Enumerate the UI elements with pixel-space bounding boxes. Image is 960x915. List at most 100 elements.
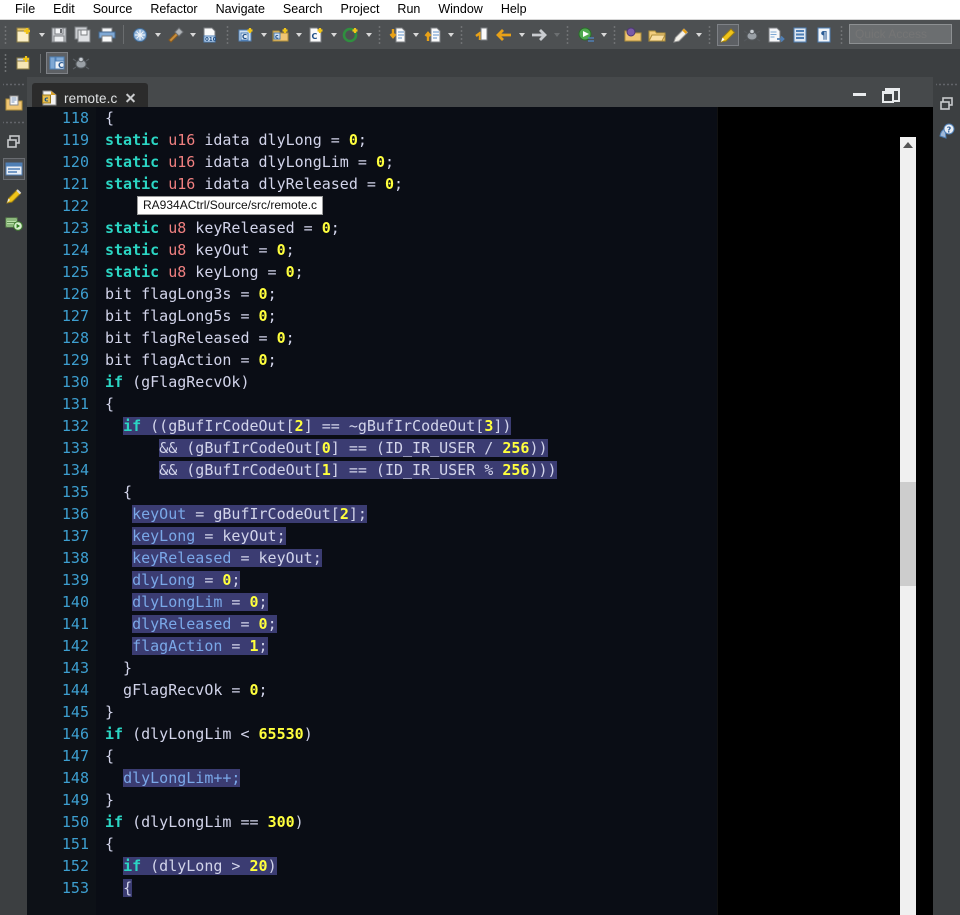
build-all-icon[interactable] <box>129 24 151 46</box>
menu-item-window[interactable]: Window <box>429 0 491 19</box>
console-view-icon[interactable] <box>2 158 25 180</box>
restore-icon[interactable] <box>936 93 958 115</box>
vertical-scrollbar[interactable] <box>900 137 916 915</box>
scroll-up-icon[interactable] <box>900 137 916 153</box>
toolbar-grip[interactable] <box>3 23 10 46</box>
chevron-down-icon[interactable] <box>152 24 163 46</box>
code-line[interactable]: if (dlyLong > 20) <box>96 855 717 877</box>
code-line[interactable]: flagAction = 1; <box>96 635 717 657</box>
save-all-icon[interactable] <box>72 24 94 46</box>
code-line[interactable]: bit flagLong5s = 0; <box>96 305 717 327</box>
overview-marker-column[interactable] <box>916 137 932 915</box>
code-line[interactable]: } <box>96 701 717 723</box>
code-line[interactable]: { <box>96 877 717 899</box>
export-icon[interactable] <box>422 24 444 46</box>
code-line[interactable]: && (gBufIrCodeOut[1] == (ID_IR_USER % 25… <box>96 459 717 481</box>
toolbar-group-grip[interactable] <box>565 23 572 46</box>
toolbar-group-grip[interactable] <box>459 23 466 46</box>
code-line[interactable]: if (dlyLongLim == 300) <box>96 811 717 833</box>
menu-item-edit[interactable]: Edit <box>44 0 84 19</box>
menu-item-help[interactable]: Help <box>492 0 536 19</box>
restore-icon[interactable] <box>3 131 25 153</box>
close-icon[interactable] <box>124 92 136 104</box>
new-c-file-icon[interactable]: C <box>305 24 327 46</box>
menu-item-navigate[interactable]: Navigate <box>207 0 274 19</box>
back-arrow-icon[interactable] <box>493 24 515 46</box>
code-line[interactable]: } <box>96 657 717 679</box>
code-line[interactable]: dlyLong = 0; <box>96 569 717 591</box>
code-line[interactable]: static u8 keyOut = 0; <box>96 239 717 261</box>
open-folder-icon[interactable] <box>646 24 668 46</box>
code-line[interactable]: if (dlyLongLim < 65530) <box>96 723 717 745</box>
menu-item-file[interactable]: File <box>6 0 44 19</box>
code-line[interactable]: static u16 idata dlyLongLim = 0; <box>96 151 717 173</box>
code-line[interactable]: { <box>96 833 717 855</box>
back-history-icon[interactable] <box>469 24 491 46</box>
debug-perspective-icon[interactable] <box>70 52 92 74</box>
outline-list-icon[interactable] <box>789 24 811 46</box>
menu-item-project[interactable]: Project <box>332 0 389 19</box>
build-hammer-icon[interactable] <box>164 24 186 46</box>
maximize-button[interactable] <box>881 85 900 103</box>
import-icon[interactable] <box>387 24 409 46</box>
code-line[interactable]: keyReleased = keyOut; <box>96 547 717 569</box>
new-class-icon[interactable] <box>340 24 362 46</box>
code-line[interactable]: { <box>96 107 717 129</box>
export-doc-icon[interactable] <box>765 24 787 46</box>
right-bar-grip[interactable] <box>935 82 958 88</box>
code-line[interactable]: dlyReleased = 0; <box>96 613 717 635</box>
menu-item-search[interactable]: Search <box>274 0 332 19</box>
chevron-down-icon[interactable] <box>363 24 374 46</box>
chevron-down-icon[interactable] <box>187 24 198 46</box>
chevron-down-icon[interactable] <box>598 24 609 46</box>
code-line[interactable]: static u16 idata dlyReleased = 0; <box>96 173 717 195</box>
code-line[interactable]: && (gBufIrCodeOut[0] == (ID_IR_USER / 25… <box>96 437 717 459</box>
new-c-project-icon[interactable]: C <box>235 24 257 46</box>
code-line[interactable]: keyLong = keyOut; <box>96 525 717 547</box>
toolbar-group-grip[interactable] <box>707 23 714 46</box>
new-c-folder-icon[interactable]: c <box>270 24 292 46</box>
new-file-icon[interactable] <box>13 24 35 46</box>
code-line[interactable]: { <box>96 745 717 767</box>
code-line[interactable]: bit flagAction = 0; <box>96 349 717 371</box>
chevron-down-icon[interactable] <box>410 24 421 46</box>
code-line[interactable]: gFlagRecvOk = 0; <box>96 679 717 701</box>
menu-item-refactor[interactable]: Refactor <box>141 0 206 19</box>
chevron-down-icon[interactable] <box>328 24 339 46</box>
chevron-down-icon[interactable] <box>36 24 47 46</box>
toolbar-group-grip[interactable] <box>377 23 384 46</box>
open-folder-green-icon[interactable] <box>622 24 644 46</box>
pencil-editor-icon[interactable] <box>3 185 25 207</box>
code-line[interactable]: } <box>96 789 717 811</box>
chevron-down-icon[interactable] <box>551 24 562 46</box>
highlight-pen-icon[interactable] <box>717 23 739 46</box>
binary-010-icon[interactable]: 010 <box>199 24 221 46</box>
code-line[interactable]: static u16 idata dlyLong = 0; <box>96 129 717 151</box>
forward-arrow-icon[interactable] <box>528 24 550 46</box>
left-bar-grip-2[interactable] <box>2 120 25 126</box>
code-line[interactable]: static u8 keyReleased = 0; <box>96 217 717 239</box>
menu-item-source[interactable]: Source <box>84 0 142 19</box>
code-line[interactable]: dlyLongLim = 0; <box>96 591 717 613</box>
c-perspective-icon[interactable]: C <box>46 52 68 74</box>
help-view-icon[interactable]: ? <box>936 120 958 142</box>
paragraph-icon[interactable]: ¶ <box>813 24 835 46</box>
chevron-down-icon[interactable] <box>516 24 527 46</box>
perspective-toolbar-grip[interactable] <box>3 52 10 74</box>
code-line[interactable]: if (gFlagRecvOk) <box>96 371 717 393</box>
toolbar-group-grip[interactable] <box>839 23 846 46</box>
code-line[interactable]: { <box>96 481 717 503</box>
chevron-down-icon[interactable] <box>258 24 269 46</box>
toolbar-group-grip[interactable] <box>225 23 232 46</box>
chevron-down-icon[interactable] <box>693 24 704 46</box>
code-line[interactable]: { <box>96 393 717 415</box>
code-line[interactable]: bit flagLong3s = 0; <box>96 283 717 305</box>
chevron-down-icon[interactable] <box>293 24 304 46</box>
pencil-icon[interactable] <box>670 24 692 46</box>
menu-item-run[interactable]: Run <box>388 0 429 19</box>
toolbar-group-grip[interactable] <box>612 23 619 46</box>
build-target-icon[interactable] <box>3 212 25 234</box>
code-editor[interactable]: 118 119 120 121 122 123 124 125 126 127 128 129 130 1… <box>27 107 933 915</box>
save-icon[interactable] <box>48 24 70 46</box>
print-icon[interactable] <box>96 24 118 46</box>
